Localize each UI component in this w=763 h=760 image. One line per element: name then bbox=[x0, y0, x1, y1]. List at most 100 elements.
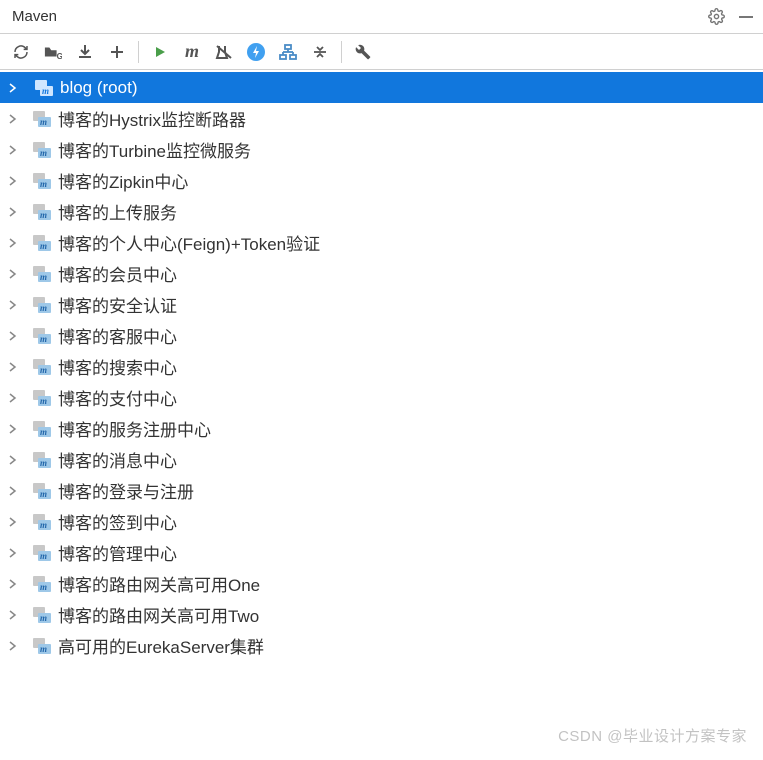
maven-module-icon: m bbox=[32, 451, 52, 469]
svg-text:m: m bbox=[40, 551, 47, 561]
tree-item[interactable]: m博客的支付中心 bbox=[0, 382, 763, 413]
tree-item[interactable]: m 博客的客服中心 bbox=[0, 320, 763, 351]
maven-module-icon: m bbox=[32, 296, 52, 314]
tree-item[interactable]: m博客的会员中心 bbox=[0, 258, 763, 289]
maven-module-icon: m bbox=[32, 358, 52, 376]
tree-item[interactable]: m 博客的服务注册中心 bbox=[0, 413, 763, 444]
panel-title: Maven bbox=[8, 8, 57, 25]
download-button[interactable] bbox=[70, 38, 100, 66]
maven-module-icon: m bbox=[32, 513, 52, 531]
tree-item[interactable]: m 博客的安全认证 bbox=[0, 289, 763, 320]
svg-text:m: m bbox=[42, 86, 49, 96]
maven-module-icon: m bbox=[32, 172, 52, 190]
maven-module-icon: m bbox=[32, 265, 52, 283]
tree-item-label: 博客的搜索中心 bbox=[58, 354, 177, 379]
collapse-all-button[interactable] bbox=[305, 38, 335, 66]
tree-item-label: 博客的消息中心 bbox=[58, 447, 177, 472]
maven-module-icon: m bbox=[32, 637, 52, 655]
lightning-icon bbox=[247, 43, 265, 61]
chevron-right-icon[interactable] bbox=[4, 296, 22, 314]
chevron-right-icon[interactable] bbox=[4, 327, 22, 345]
tree-item[interactable]: m 博客的登录与注册 bbox=[0, 475, 763, 506]
chevron-right-icon[interactable] bbox=[4, 265, 22, 283]
tree-item[interactable]: m高可用的EurekaServer集群 bbox=[0, 630, 763, 661]
chevron-right-icon[interactable] bbox=[4, 637, 22, 655]
add-button[interactable] bbox=[102, 38, 132, 66]
chevron-right-icon[interactable] bbox=[4, 79, 22, 97]
chevron-right-icon[interactable] bbox=[4, 544, 22, 562]
maven-module-icon: m bbox=[32, 606, 52, 624]
chevron-right-icon[interactable] bbox=[4, 234, 22, 252]
tree-item-label: 博客的服务注册中心 bbox=[58, 416, 211, 441]
tree-item[interactable]: m 博客的上传服务 bbox=[0, 196, 763, 227]
chevron-right-icon[interactable] bbox=[4, 482, 22, 500]
tree-item-label: 博客的Zipkin中心 bbox=[58, 168, 188, 193]
svg-text:m: m bbox=[40, 489, 47, 499]
generate-sources-button[interactable]: G bbox=[38, 38, 68, 66]
header-actions bbox=[707, 8, 755, 26]
tree-item[interactable]: m 博客的Turbine监控微服务 bbox=[0, 134, 763, 165]
svg-text:G: G bbox=[57, 52, 62, 60]
gear-icon[interactable] bbox=[707, 8, 725, 26]
chevron-right-icon[interactable] bbox=[4, 606, 22, 624]
svg-text:m: m bbox=[40, 458, 47, 468]
maven-module-icon: m bbox=[32, 203, 52, 221]
maven-module-icon: m bbox=[32, 389, 52, 407]
svg-text:m: m bbox=[40, 272, 47, 282]
chevron-right-icon[interactable] bbox=[4, 141, 22, 159]
svg-text:m: m bbox=[40, 427, 47, 437]
execute-goal-button[interactable]: m bbox=[177, 38, 207, 66]
refresh-button[interactable] bbox=[6, 38, 36, 66]
chevron-right-icon[interactable] bbox=[4, 203, 22, 221]
svg-text:m: m bbox=[40, 179, 47, 189]
show-dependencies-button[interactable] bbox=[273, 38, 303, 66]
m-icon: m bbox=[185, 41, 199, 62]
chevron-right-icon[interactable] bbox=[4, 451, 22, 469]
tree-item[interactable]: m 博客的Zipkin中心 bbox=[0, 165, 763, 196]
minimize-icon[interactable] bbox=[737, 8, 755, 26]
svg-text:m: m bbox=[40, 365, 47, 375]
tree-item-label: 博客的Turbine监控微服务 bbox=[58, 137, 251, 162]
tree-item[interactable]: m 博客的Hystrix监控断路器 bbox=[0, 103, 763, 134]
watermark: CSDN @毕业设计方案专家 bbox=[558, 725, 747, 746]
tree-item-label: 博客的管理中心 bbox=[58, 540, 177, 565]
svg-text:m: m bbox=[40, 644, 47, 654]
tree-item-label: 博客的登录与注册 bbox=[58, 478, 194, 503]
tree-item[interactable]: m 博客的搜索中心 bbox=[0, 351, 763, 382]
chevron-right-icon[interactable] bbox=[4, 172, 22, 190]
tree-item[interactable]: m 博客的消息中心 bbox=[0, 444, 763, 475]
maven-module-icon: m bbox=[32, 110, 52, 128]
skip-tests-button[interactable] bbox=[209, 38, 239, 66]
svg-text:m: m bbox=[40, 303, 47, 313]
maven-module-icon: m bbox=[32, 141, 52, 159]
maven-module-icon: m bbox=[32, 482, 52, 500]
maven-module-icon: m bbox=[34, 79, 54, 97]
maven-tree: mblog (root)m博客的Hystrix监控断路器m博客的Turbine监… bbox=[0, 70, 763, 663]
chevron-right-icon[interactable] bbox=[4, 575, 22, 593]
tree-item[interactable]: m博客的个人中心(Feign)+Token验证 bbox=[0, 227, 763, 258]
svg-text:m: m bbox=[40, 613, 47, 623]
tree-item[interactable]: mblog (root) bbox=[0, 72, 763, 103]
tree-item-label: 博客的Hystrix监控断路器 bbox=[58, 106, 246, 131]
tree-item[interactable]: m博客的路由网关高可用Two bbox=[0, 599, 763, 630]
tree-item[interactable]: m博客的路由网关高可用One bbox=[0, 568, 763, 599]
chevron-right-icon[interactable] bbox=[4, 389, 22, 407]
offline-button[interactable] bbox=[241, 38, 271, 66]
maven-module-icon: m bbox=[32, 575, 52, 593]
tree-item[interactable]: m 博客的管理中心 bbox=[0, 537, 763, 568]
run-button[interactable] bbox=[145, 38, 175, 66]
maven-module-icon: m bbox=[32, 544, 52, 562]
settings-button[interactable] bbox=[348, 38, 378, 66]
tree-item[interactable]: m博客的签到中心 bbox=[0, 506, 763, 537]
svg-text:m: m bbox=[40, 334, 47, 344]
chevron-right-icon[interactable] bbox=[4, 513, 22, 531]
chevron-right-icon[interactable] bbox=[4, 420, 22, 438]
tree-item-label: 博客的上传服务 bbox=[58, 199, 177, 224]
tree-item-label: 博客的安全认证 bbox=[58, 292, 177, 317]
tree-item-label: 博客的客服中心 bbox=[58, 323, 177, 348]
svg-text:m: m bbox=[40, 241, 47, 251]
chevron-right-icon[interactable] bbox=[4, 110, 22, 128]
panel-header: Maven bbox=[0, 0, 763, 34]
chevron-right-icon[interactable] bbox=[4, 358, 22, 376]
maven-module-icon: m bbox=[32, 234, 52, 252]
